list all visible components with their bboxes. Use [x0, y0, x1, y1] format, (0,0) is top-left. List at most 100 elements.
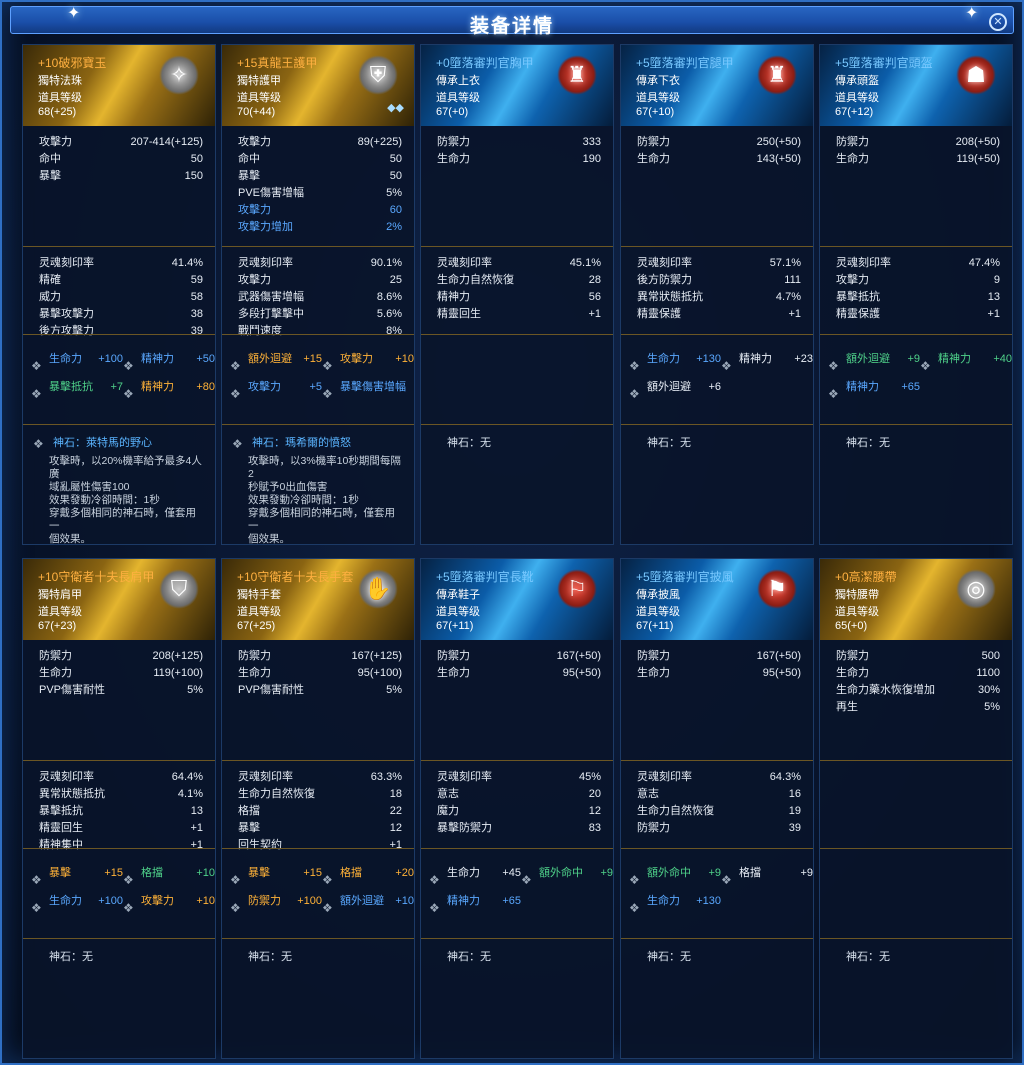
godstone-name[interactable]: ❖ 神石：萊特馬的野心	[23, 435, 215, 451]
stat-value: 20	[588, 788, 601, 800]
godstone-desc-line: 效果發動冷卻時間：1秒	[49, 494, 160, 506]
stat-value: 28	[588, 274, 601, 286]
rune-slot[interactable]: ❖ 生命力 +130	[629, 887, 725, 915]
stat-value: 13	[987, 291, 1000, 303]
godstone-section: 神石：无	[820, 938, 1012, 1060]
rune-slot[interactable]: ❖ 額外命中 +9	[629, 859, 721, 887]
rune-slot[interactable]: ❖ 暴擊 +15	[230, 859, 322, 887]
rune-slot[interactable]: ❖ 暴擊 +15	[31, 859, 123, 887]
rune-slot[interactable]: ❖ 暴擊抵抗 +7	[31, 373, 123, 401]
godstone-name: 神石：无	[248, 951, 292, 963]
rune-slot[interactable]: ❖ 額外迴避 +9	[828, 345, 920, 373]
equipment-card[interactable]: +15真龍王護甲 獨特護甲 道具等级 70(+44) ⛨ ◆◆ 攻擊力 89(+225) 命中 5…	[221, 44, 415, 545]
item-level-label: 道具等级	[835, 92, 879, 104]
rune-value: +10	[196, 895, 215, 907]
rune-slot[interactable]: ❖ 精神力 +40	[920, 345, 1012, 373]
rune-slot[interactable]: ❖ 防禦力 +100	[230, 887, 322, 915]
rune-slots	[820, 848, 1012, 938]
rune-slot[interactable]: ❖ 生命力 +45	[429, 859, 521, 887]
stat-value: 150	[184, 170, 203, 182]
rune-slot[interactable]: ❖ 精神力 +65	[429, 887, 525, 915]
soul-stats: 灵魂刻印率 47.4% 攻擊力 9 暴擊抵抗 13 精靈保護 +1	[820, 246, 1012, 334]
item-icon: ♜	[757, 55, 797, 95]
rune-slot[interactable]: ❖ 攻擊力 +10	[123, 887, 215, 915]
rune-value: +9	[800, 867, 813, 879]
item-banner: +10守衛者十夫長肩甲 獨特肩甲 道具等级 67(+23) ⛉	[23, 559, 215, 640]
stat-name: 暴擊抵抗	[836, 291, 880, 303]
stat-value: 90.1%	[370, 257, 402, 269]
rune-value: +100	[98, 895, 123, 907]
stat-name: 防禦力	[836, 136, 869, 148]
equipment-card[interactable]: +0墮落審判官胸甲 傳承上衣 道具等级 67(+0) ♜ 防禦力 333 生命力 190 灵魂刻印…	[420, 44, 614, 545]
item-type: 獨特手套	[237, 589, 281, 601]
godstone-label: 神石：萊特馬的野心	[53, 437, 152, 449]
close-icon[interactable]: ✕	[989, 13, 1007, 31]
stat-row: 命中 50	[222, 151, 414, 168]
stat-row: 再生 5%	[820, 699, 1012, 716]
godstone-desc-line: 秒賦予0出血傷害	[248, 481, 328, 493]
rune-slots: ❖ 生命力 +130 ❖ 精神力 +23 ❖ 額外迴避 +6	[621, 334, 813, 424]
rune-slot[interactable]: ❖ 格擋 +9	[721, 859, 813, 887]
godstone-section: 神石：无	[421, 938, 613, 1060]
title-bar: ✦ 装备详情 ✦ ✕	[10, 5, 1014, 37]
soul-stats: 灵魂刻印率 57.1% 後方防禦力 111 異常狀態抵抗 4.7% 精靈保護 +1	[621, 246, 813, 334]
rune-name: 額外命中	[647, 867, 691, 879]
rune-slot[interactable]: ❖ 精神力 +50	[123, 345, 215, 373]
rune-slot[interactable]: ❖ 額外命中 +9	[521, 859, 613, 887]
rune-value: +20	[395, 867, 414, 879]
rune-slot[interactable]: ❖ 額外迴避 +15	[230, 345, 322, 373]
soul-stat-row: 精靈保護 +1	[621, 306, 813, 323]
godstone-name[interactable]: ❖ 神石：瑪希爾的憤怒	[222, 435, 414, 451]
item-type: 傳承披風	[636, 589, 680, 601]
rune-slot[interactable]: ❖ 生命力 +130	[629, 345, 721, 373]
rune-slot[interactable]: ❖ 攻擊力 +10	[322, 345, 414, 373]
stat-name: 攻擊力	[238, 136, 271, 148]
rune-row: ❖ 攻擊力 +5 ❖ 暴擊傷害增幅	[222, 373, 414, 401]
stat-value: +1	[588, 308, 601, 320]
item-level-label: 道具等级	[636, 92, 680, 104]
stat-value: 64.4%	[171, 771, 203, 783]
stat-row: 生命力藥水恢復增加 30%	[820, 682, 1012, 699]
rune-value: +65	[502, 895, 521, 907]
equipment-card[interactable]: +5墮落審判官長靴 傳承鞋子 道具等级 67(+11) ⚐ 防禦力 167(+50) 生命力 9…	[420, 558, 614, 1059]
stat-name: PVE傷害增幅	[238, 187, 305, 199]
equipment-card[interactable]: +0高潔腰帶 獨特腰帶 道具等级 65(+0) ◎ 防禦力 500 生命力 1100 生命力藥水恢…	[819, 558, 1013, 1059]
stat-row: 攻擊力增加 2%	[222, 219, 414, 236]
rune-slot[interactable]: ❖ 暴擊傷害增幅	[322, 373, 414, 401]
rune-slot[interactable]: ❖ 額外迴避 +10	[322, 887, 414, 915]
rune-value: +100	[98, 353, 123, 365]
equipment-card[interactable]: +10守衛者十夫長肩甲 獨特肩甲 道具等级 67(+23) ⛉ 防禦力 208(+125) 生…	[22, 558, 216, 1059]
base-stats: 防禦力 167(+125) 生命力 95(+100) PVP傷害耐性 5%	[222, 640, 414, 760]
equipment-card[interactable]: +10破邪寶玉 獨特法珠 道具等级 68(+25) ✧ 攻擊力 207-414(+125) 命…	[22, 44, 216, 545]
rune-slot[interactable]: ❖ 額外迴避 +6	[629, 373, 725, 401]
rune-slot[interactable]: ❖ 格擋 +20	[322, 859, 414, 887]
rune-value: +9	[600, 867, 613, 879]
rune-slot[interactable]: ❖ 精神力 +65	[828, 373, 924, 401]
stat-name: 攻擊力增加	[238, 221, 293, 233]
rune-name: 攻擊力	[248, 381, 281, 393]
stat-name: 精靈回生	[39, 822, 83, 834]
base-stats: 攻擊力 89(+225) 命中 50 暴擊 50 PVE傷害增幅 5% 攻擊力 60 攻擊力增加 2%	[222, 126, 414, 246]
rune-slot[interactable]: ❖ 格擋 +10	[123, 859, 215, 887]
rune-slot[interactable]: ❖ 精神力 +23	[721, 345, 813, 373]
stat-row: 攻擊力 207-414(+125)	[23, 134, 215, 151]
rune-slot[interactable]: ❖ 精神力 +80	[123, 373, 215, 401]
rune-value: +130	[696, 895, 721, 907]
equipment-card[interactable]: +5墮落審判官頭盔 傳承頭盔 道具等级 67(+12) ☗ 防禦力 208(+50) 生命力 1…	[819, 44, 1013, 545]
rune-value: +130	[696, 353, 721, 365]
rune-slot[interactable]: ❖ 生命力 +100	[31, 345, 123, 373]
rune-slot[interactable]: ❖ 攻擊力 +5	[230, 373, 322, 401]
stat-value: 207-414(+125)	[130, 136, 203, 148]
stat-name: 生命力	[836, 153, 869, 165]
rune-slot[interactable]: ❖ 生命力 +100	[31, 887, 123, 915]
godstone-icon: ❖	[232, 437, 243, 451]
stat-name: 生命力	[437, 153, 470, 165]
equipment-card[interactable]: +5墮落審判官披風 傳承披風 道具等级 67(+11) ⚑ 防禦力 167(+50) 生命力 9…	[620, 558, 814, 1059]
stat-name: 意志	[637, 788, 659, 800]
stat-value: 13	[190, 805, 203, 817]
rune-name: 格擋	[141, 867, 163, 879]
rune-value: +10	[196, 867, 215, 879]
equipment-card[interactable]: +5墮落審判官腿甲 傳承下衣 道具等级 67(+10) ♜ 防禦力 250(+50) 生命力 1…	[620, 44, 814, 545]
stat-value: 59	[190, 274, 203, 286]
equipment-card[interactable]: +10守衛者十夫長手套 獨特手套 道具等级 67(+25) ✋ 防禦力 167(+125) 生…	[221, 558, 415, 1059]
